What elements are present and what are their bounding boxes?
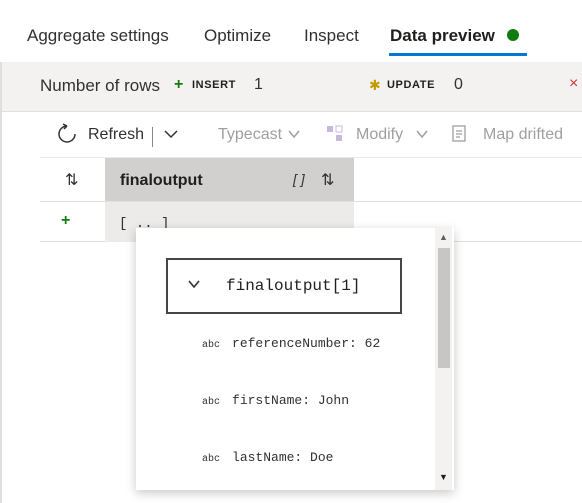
column-name: finaloutput — [120, 172, 203, 189]
modify-icon — [327, 125, 343, 141]
typecast-chevron-icon — [288, 130, 300, 139]
delete-x-icon: × — [569, 75, 579, 92]
modify-button[interactable]: Modify — [356, 126, 403, 144]
column-header-finaloutput[interactable]: finaloutput [ ] ⇅ — [105, 158, 354, 201]
tab-data-preview[interactable]: Data preview — [390, 26, 495, 46]
field-row: abc lastName: Doe — [202, 449, 333, 465]
status-dot-icon — [507, 29, 519, 41]
toolbar-separator — [152, 127, 153, 147]
string-type-icon: abc — [202, 454, 221, 465]
string-type-icon: abc — [202, 340, 221, 351]
tab-optimize[interactable]: Optimize — [204, 26, 271, 46]
array-detail-popup: finaloutput[1] abc referenceNumber: 62 ab… — [136, 228, 454, 490]
update-star-icon: ✱ — [369, 77, 381, 93]
refresh-icon — [58, 123, 76, 143]
field-value: firstName: John — [232, 393, 350, 408]
update-count: 0 — [454, 76, 463, 93]
vertical-scrollbar[interactable]: ▲ ▼ — [435, 228, 452, 490]
field-row: abc referenceNumber: 62 — [202, 335, 380, 351]
scroll-down-icon[interactable]: ▼ — [439, 472, 448, 482]
field-value: referenceNumber: 62 — [232, 336, 381, 351]
insert-label: INSERT — [192, 79, 236, 91]
tab-aggregate-settings[interactable]: Aggregate settings — [27, 26, 169, 46]
row-sort-icon[interactable]: ⇅ — [65, 170, 78, 190]
scroll-up-icon[interactable]: ▲ — [439, 232, 448, 242]
tab-inspect[interactable]: Inspect — [304, 26, 359, 46]
map-drifted-button[interactable]: Map drifted — [483, 126, 563, 144]
active-tab-indicator — [389, 53, 527, 56]
update-label: UPDATE — [387, 79, 436, 91]
tree-node-title: finaloutput[1] — [226, 277, 361, 295]
scroll-thumb[interactable] — [438, 248, 450, 368]
column-sort-icon[interactable]: ⇅ — [321, 170, 334, 190]
modify-chevron-icon — [416, 130, 428, 139]
tab-bar: Aggregate settings Optimize Inspect Data… — [0, 0, 582, 62]
array-type-icon: [ ] — [293, 171, 305, 187]
counts-title: Number of rows — [40, 76, 160, 95]
insert-plus-icon: + — [174, 76, 184, 93]
field-value: lastName: Doe — [232, 450, 334, 465]
refresh-label: Refresh — [88, 126, 145, 143]
string-type-icon: abc — [202, 397, 221, 408]
field-row: abc firstName: John — [202, 392, 349, 408]
row-counts-bar: Number of rows + INSERT 1 ✱ UPDATE 0 × — [2, 62, 582, 112]
chevron-down-icon[interactable] — [164, 128, 178, 140]
insert-count: 1 — [254, 76, 263, 93]
map-drifted-icon — [452, 125, 466, 142]
typecast-button[interactable]: Typecast — [218, 126, 282, 144]
tree-node[interactable]: finaloutput[1] — [166, 258, 402, 314]
insert-row-icon: + — [61, 212, 71, 229]
chevron-down-icon[interactable] — [188, 278, 200, 290]
toolbar: Refresh Typecast Modify Map drifted — [2, 112, 582, 156]
